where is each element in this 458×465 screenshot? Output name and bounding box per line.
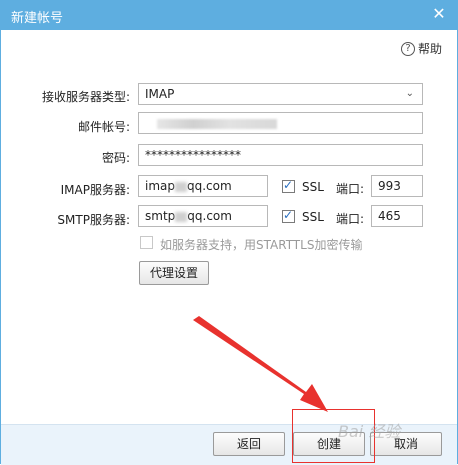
redacted-part [175, 211, 188, 222]
proxy-settings-button[interactable]: 代理设置 [139, 261, 209, 285]
password-label: 密码: [101, 151, 130, 165]
smtp-server-suffix: qq.com [187, 209, 232, 223]
imap-ssl-label: SSL [302, 180, 324, 194]
imap-port-label: 端口: [336, 182, 365, 196]
smtp-server-label: SMTP服务器: [57, 213, 130, 227]
imap-server-prefix: imap [145, 179, 175, 193]
email-label: 邮件帐号: [77, 120, 130, 134]
imap-port-field[interactable]: 993 [371, 175, 423, 197]
email-field[interactable] [138, 112, 423, 134]
imap-server-field[interactable]: imap qq.com [138, 175, 268, 197]
password-field[interactable]: **************** [138, 144, 423, 166]
smtp-port-value: 465 [378, 209, 401, 223]
close-icon[interactable]: ✕ [430, 5, 448, 23]
imap-server-suffix: qq.com [187, 179, 232, 193]
smtp-server-field[interactable]: smtp qq.com [138, 205, 268, 227]
smtp-port-field[interactable]: 465 [371, 205, 423, 227]
window-title: 新建帐号 [11, 11, 64, 26]
imap-ssl-checkbox[interactable] [282, 178, 295, 193]
title-bar: 新建帐号 ✕ [0, 0, 458, 30]
create-button[interactable]: 创建 [293, 432, 365, 456]
smtp-ssl-label: SSL [302, 210, 324, 224]
imap-port-value: 993 [378, 179, 401, 193]
imap-server-label: IMAP服务器: [60, 183, 130, 197]
smtp-port-label: 端口: [336, 212, 365, 226]
smtp-server-prefix: smtp [145, 209, 176, 223]
help-label: 帮助 [417, 42, 442, 56]
starttls-label: 如服务器支持，用STARTTLS加密传输 [160, 238, 363, 252]
server-type-value: IMAP [145, 87, 175, 101]
starttls-checkbox[interactable] [140, 236, 153, 249]
redacted-part [175, 181, 187, 192]
server-type-label: 接收服务器类型: [41, 90, 130, 104]
server-type-select[interactable]: IMAP ⌄ [138, 83, 423, 105]
help-icon: ? [400, 41, 415, 56]
cancel-button[interactable]: 取消 [370, 432, 442, 456]
redacted-email [157, 119, 277, 129]
password-value: **************** [145, 148, 241, 162]
chevron-down-icon: ⌄ [405, 88, 414, 99]
back-button[interactable]: 返回 [213, 432, 285, 456]
smtp-ssl-checkbox[interactable] [282, 208, 295, 223]
help-link[interactable]: ? 帮助 [400, 40, 442, 57]
